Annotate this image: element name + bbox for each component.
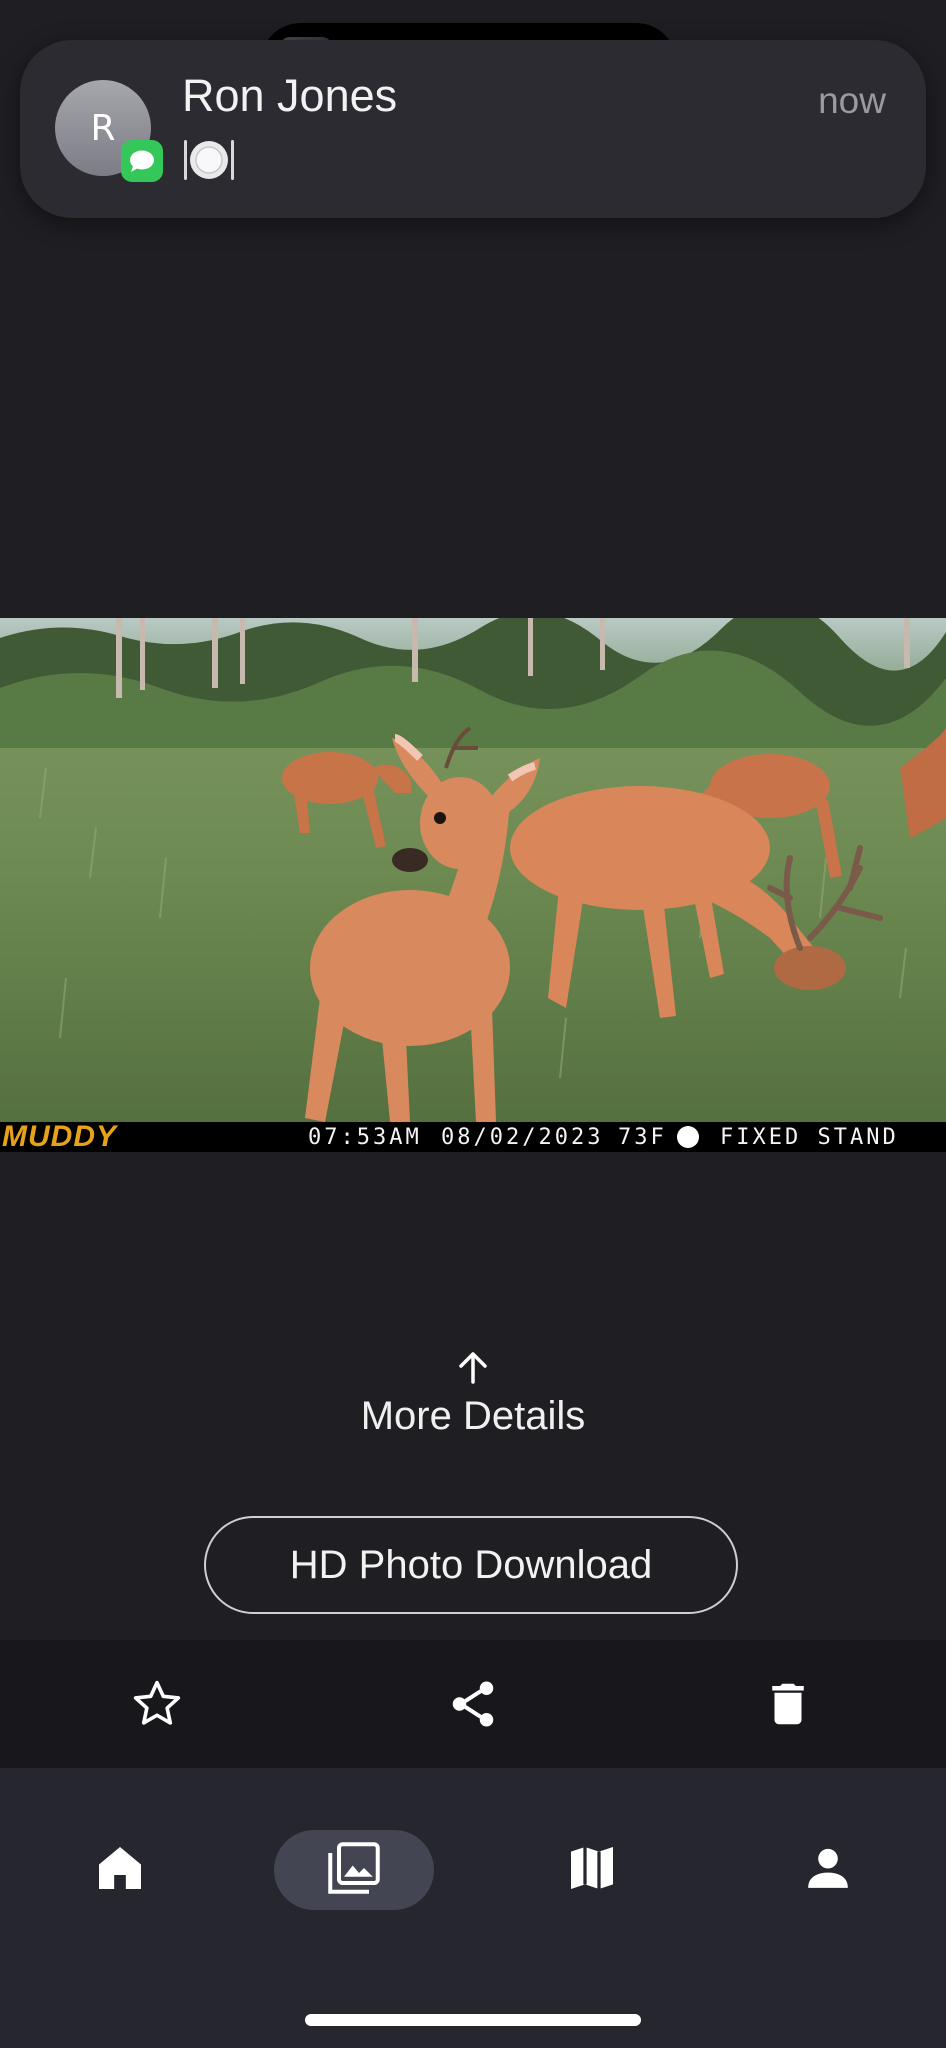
favorite-button[interactable] xyxy=(125,1672,189,1736)
capture-date: 08/02/2023 xyxy=(441,1124,604,1150)
deer-scene-image xyxy=(0,618,946,1122)
star-outline-icon xyxy=(133,1680,181,1725)
hd-photo-download-button[interactable]: HD Photo Download xyxy=(204,1516,738,1614)
notification-time: now xyxy=(818,80,886,121)
full-moon-icon xyxy=(677,1126,699,1148)
photo-action-bar xyxy=(0,1640,946,1768)
share-button[interactable] xyxy=(441,1672,505,1736)
home-indicator[interactable] xyxy=(305,2014,641,2026)
photo-library-icon xyxy=(328,1842,380,1894)
bottom-tab-bar xyxy=(0,1768,946,2048)
notification-sender: Ron Jones xyxy=(182,70,398,121)
delete-button[interactable] xyxy=(756,1672,820,1736)
share-icon xyxy=(452,1681,494,1727)
message-content xyxy=(182,132,236,186)
messages-icon xyxy=(121,140,163,182)
map-icon xyxy=(571,1847,613,1889)
capture-temperature: 73F xyxy=(618,1124,667,1150)
person-icon xyxy=(808,1848,848,1888)
plate-utensils-icon xyxy=(184,140,234,180)
message-notification[interactable]: R Ron Jones now xyxy=(20,40,926,218)
more-details-label: More Details xyxy=(360,1394,586,1438)
camera-info-strip: MUDDY 07:53AM 08/02/2023 73F FIXED STAND xyxy=(0,1120,946,1152)
capture-time: 07:53AM xyxy=(308,1124,422,1150)
avatar-letter: R xyxy=(90,107,116,149)
tab-map[interactable] xyxy=(552,1828,632,1908)
camera-location: FIXED STAND xyxy=(720,1124,899,1150)
more-details-toggle[interactable]: More Details xyxy=(0,1350,946,1439)
camera-brand-logo: MUDDY xyxy=(2,1120,117,1152)
home-icon xyxy=(99,1847,141,1889)
tab-photos[interactable] xyxy=(314,1828,394,1908)
tab-profile[interactable] xyxy=(788,1828,868,1908)
tab-home[interactable] xyxy=(80,1828,160,1908)
trail-camera-photo[interactable]: MUDDY 07:53AM 08/02/2023 73F FIXED STAND xyxy=(0,618,946,1152)
trash-icon xyxy=(772,1683,804,1725)
arrow-up-icon xyxy=(459,1352,487,1384)
